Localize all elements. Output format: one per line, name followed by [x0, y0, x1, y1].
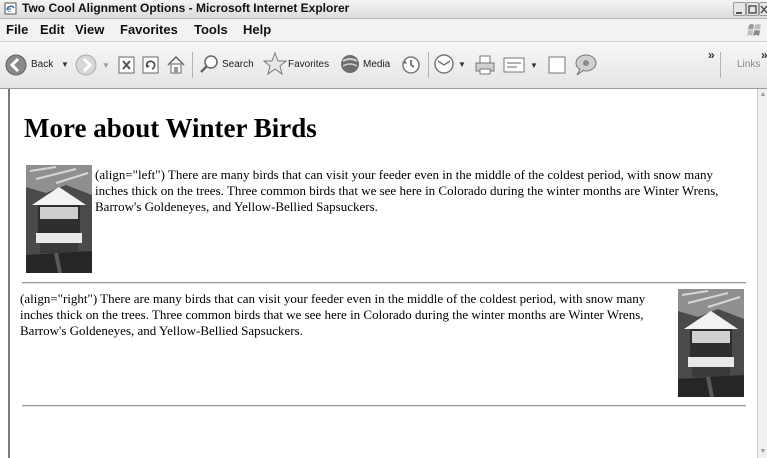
media-label: Media — [363, 59, 391, 70]
minimize-button[interactable] — [733, 2, 746, 16]
favorites-button[interactable]: Favorites — [263, 51, 335, 79]
toolbar-overflow-chevron[interactable]: » — [708, 48, 715, 62]
standard-toolbar: Back ▼ ▼ Search Favorites Media ▼ ▼ » Li… — [0, 42, 767, 89]
menu-edit[interactable]: Edit — [40, 22, 65, 37]
stop-icon[interactable] — [118, 56, 136, 74]
menu-tools[interactable]: Tools — [194, 22, 228, 37]
edit-icon — [503, 57, 525, 73]
windows-logo-icon — [747, 24, 761, 36]
menu-view[interactable]: View — [75, 22, 104, 37]
forward-dropdown-icon[interactable]: ▼ — [102, 61, 110, 70]
page-content: More about Winter Birds (align="left") T… — [8, 89, 759, 458]
history-icon[interactable] — [400, 54, 422, 76]
window-controls — [733, 2, 767, 16]
mail-icon — [434, 54, 454, 74]
title-bar: e Two Cool Alignment Options - Microsoft… — [0, 0, 767, 19]
forward-button[interactable]: ▼ — [74, 53, 112, 79]
toolbar-separator — [720, 52, 721, 78]
birdhouse-image-left — [26, 165, 92, 273]
search-label: Search — [222, 59, 254, 70]
browser-window: e Two Cool Alignment Options - Microsoft… — [0, 0, 767, 458]
back-label: Back — [31, 59, 54, 70]
scroll-up-arrow-icon[interactable]: ▲ — [759, 91, 767, 99]
favorites-label: Favorites — [288, 59, 330, 70]
page-title: More about Winter Birds — [24, 113, 317, 143]
messenger-icon[interactable] — [572, 53, 598, 77]
back-button[interactable]: Back ▼ — [4, 52, 70, 78]
search-button[interactable]: Search — [198, 53, 260, 79]
edit-button[interactable]: ▼ — [502, 53, 542, 79]
scroll-down-arrow-icon[interactable]: ▼ — [759, 448, 767, 456]
horizontal-rule — [22, 282, 746, 284]
forward-arrow-icon — [75, 54, 97, 76]
menu-bar: File Edit View Favorites Tools Help — [0, 19, 767, 42]
menu-file[interactable]: File — [6, 22, 28, 37]
birdhouse-image-right — [678, 289, 744, 397]
vertical-scrollbar[interactable]: ▲ ▼ — [757, 89, 767, 458]
close-button[interactable] — [759, 2, 767, 16]
menu-help[interactable]: Help — [243, 22, 271, 37]
mail-dropdown-icon[interactable]: ▼ — [458, 60, 466, 69]
window-title: Two Cool Alignment Options - Microsoft I… — [22, 1, 350, 15]
links-button[interactable]: Links — [737, 59, 760, 70]
minimize-icon — [736, 12, 742, 14]
refresh-icon[interactable] — [142, 56, 160, 74]
home-icon[interactable] — [165, 54, 187, 76]
back-dropdown-icon[interactable]: ▼ — [61, 60, 69, 69]
edit-dropdown-icon[interactable]: ▼ — [530, 61, 538, 70]
discuss-icon[interactable] — [546, 54, 568, 76]
horizontal-rule — [22, 405, 746, 407]
ie-page-icon: e — [4, 2, 17, 15]
media-icon — [341, 55, 359, 73]
maximize-icon — [748, 5, 757, 14]
svg-text:e: e — [8, 7, 12, 14]
paragraph-align-right: (align="right") There are many birds tha… — [20, 291, 646, 338]
favorites-star-icon — [263, 51, 287, 76]
mail-button[interactable]: ▼ — [433, 53, 469, 79]
print-icon[interactable] — [474, 54, 496, 76]
menu-favorites[interactable]: Favorites — [120, 22, 178, 37]
toolbar-separator — [192, 52, 193, 78]
media-button[interactable]: Media — [339, 53, 397, 79]
paragraph-align-left: (align="left") There are many birds that… — [95, 167, 719, 214]
search-icon — [200, 55, 218, 73]
close-icon — [760, 5, 767, 14]
toolbar-separator — [428, 52, 429, 78]
back-arrow-icon — [5, 54, 27, 76]
maximize-button[interactable] — [746, 2, 759, 16]
links-overflow-chevron[interactable]: » — [761, 48, 767, 62]
